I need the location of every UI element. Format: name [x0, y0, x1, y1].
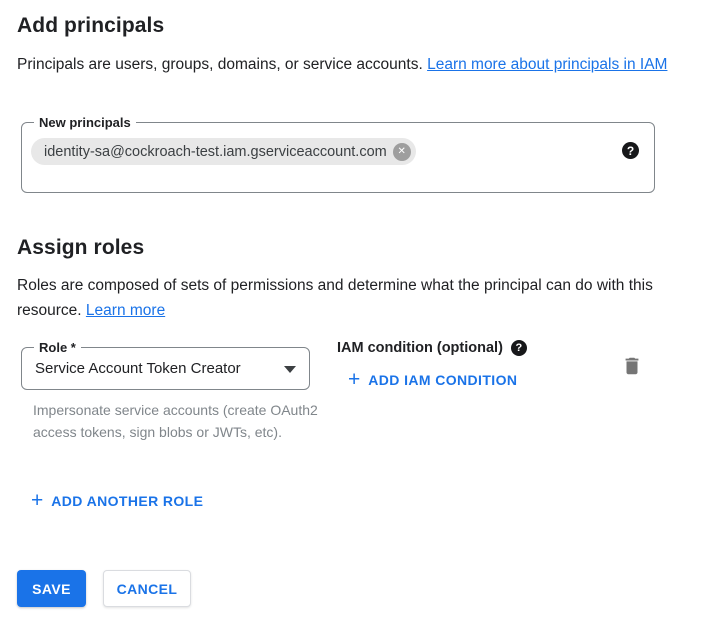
principals-description-text: Principals are users, groups, domains, o… [17, 56, 427, 73]
delete-role-button[interactable] [619, 354, 645, 380]
trash-icon [621, 355, 643, 377]
assign-roles-description: Roles are composed of sets of permission… [17, 273, 672, 323]
learn-more-roles-link[interactable]: Learn more [86, 302, 165, 319]
save-button[interactable]: SAVE [17, 570, 86, 607]
page-title: Add principals [17, 14, 164, 38]
iam-condition-label: IAM condition (optional) [337, 340, 503, 356]
assign-roles-title: Assign roles [17, 236, 144, 260]
new-principals-help-icon[interactable]: ? [622, 142, 639, 159]
add-another-role-button[interactable]: + ADD ANOTHER ROLE [31, 492, 203, 510]
new-principals-field[interactable]: New principals identity-sa@cockroach-tes… [21, 122, 655, 193]
add-principals-panel: Add principals Principals are users, gro… [0, 0, 713, 629]
iam-condition-label-row: IAM condition (optional) ? [337, 340, 527, 356]
principal-chip: identity-sa@cockroach-test.iam.gservicea… [31, 138, 416, 165]
cancel-button[interactable]: CANCEL [103, 570, 191, 607]
role-helper-text: Impersonate service accounts (create OAu… [33, 400, 319, 443]
role-label: Role * [34, 339, 81, 356]
add-iam-condition-label: ADD IAM CONDITION [368, 372, 517, 388]
role-select[interactable]: Role * Service Account Token Creator [21, 347, 310, 390]
add-another-role-label: ADD ANOTHER ROLE [51, 493, 203, 509]
iam-condition-help-icon[interactable]: ? [511, 340, 527, 356]
dropdown-arrow-icon [284, 366, 296, 373]
chip-close-icon[interactable]: ✕ [393, 143, 411, 161]
add-iam-condition-button[interactable]: + ADD IAM CONDITION [348, 371, 517, 389]
plus-icon: + [348, 371, 360, 389]
new-principals-label: New principals [34, 114, 136, 131]
principals-description: Principals are users, groups, domains, o… [17, 52, 672, 77]
principal-chip-value: identity-sa@cockroach-test.iam.gservicea… [44, 144, 387, 160]
learn-more-principals-link[interactable]: Learn more about principals in IAM [427, 56, 667, 73]
role-selected-value: Service Account Token Creator [35, 360, 241, 377]
plus-icon: + [31, 492, 43, 510]
